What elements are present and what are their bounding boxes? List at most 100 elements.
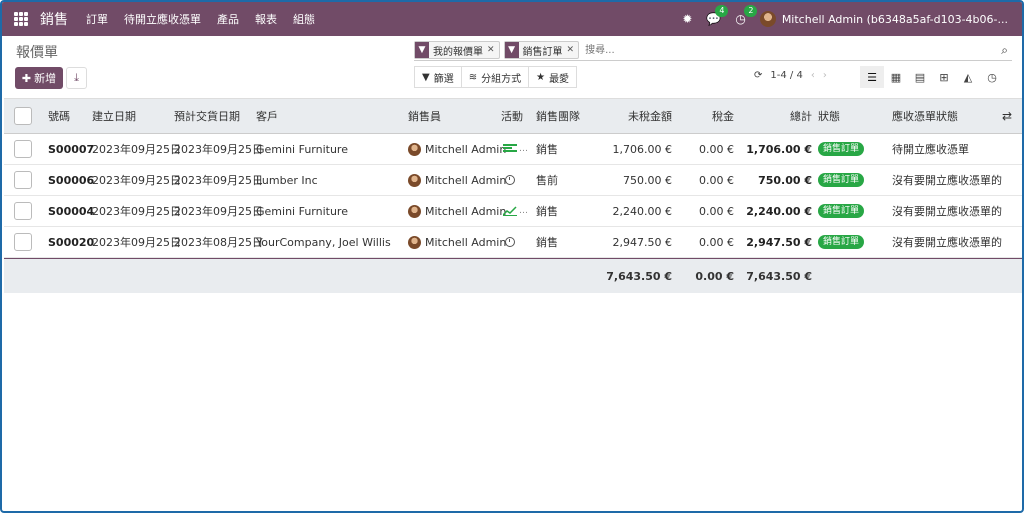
expected-date: 2023年09月25日	[174, 174, 263, 187]
activity-badge: 2	[744, 5, 758, 17]
col-tax[interactable]: 稅金	[684, 99, 734, 133]
col-untaxed[interactable]: 未稅金額	[594, 99, 672, 133]
row-checkbox[interactable]	[14, 140, 32, 158]
total-amount: 2,947.50 €	[746, 235, 812, 249]
chevron-left-icon[interactable]: ‹	[811, 70, 815, 81]
systray: ✹ 💬 4 ◷ 2 Mitchell Admin (b6348a5af-d103-4…	[682, 5, 1008, 27]
col-number[interactable]: 號碼	[48, 99, 70, 133]
search-options: ▼ 篩選 ≋ 分組方式 ★ 最愛	[414, 66, 578, 88]
search-icon[interactable]: ⌕	[1001, 43, 1008, 58]
untaxed-amount: 750.00 €	[623, 173, 672, 187]
col-team[interactable]: 銷售團隊	[536, 99, 580, 133]
avatar	[408, 173, 421, 187]
download-icon: ⤓	[74, 71, 79, 84]
search-input[interactable]	[583, 41, 998, 59]
sales-team: 銷售	[536, 205, 558, 218]
activity-clock-icon[interactable]: ◷ 2	[735, 5, 758, 26]
kanban-view-icon[interactable]: ▦	[884, 66, 908, 88]
plus-icon: ✚	[21, 71, 32, 85]
salesperson[interactable]: Mitchell Admin	[408, 134, 506, 164]
activity-widget[interactable]	[505, 227, 515, 257]
row-checkbox[interactable]	[14, 202, 32, 220]
row-checkbox[interactable]	[14, 171, 32, 189]
table-row[interactable]: S00007 2023年09月25日 2023年09月25日 Gemini Fu…	[4, 134, 1022, 165]
salesperson[interactable]: Mitchell Admin	[408, 165, 506, 195]
select-all-checkbox[interactable]	[14, 107, 32, 125]
salesperson[interactable]: Mitchell Admin	[408, 227, 506, 257]
list-view-icon[interactable]: ☰	[860, 66, 884, 88]
activity-widget[interactable]	[505, 165, 515, 195]
salesperson-name: Mitchell Admin	[425, 142, 507, 156]
activity-widget[interactable]: …	[503, 134, 528, 164]
menu-reporting[interactable]: 報表	[255, 11, 277, 27]
col-salesperson[interactable]: 銷售員	[408, 99, 441, 133]
remove-facet-icon[interactable]: ✕	[567, 45, 579, 55]
chat-icon[interactable]: 💬 4	[706, 5, 729, 26]
more-icon: …	[519, 206, 528, 216]
bug-icon[interactable]: ✹	[682, 12, 692, 26]
chevron-right-icon[interactable]: ›	[823, 70, 827, 81]
status-badge: 銷售訂單	[818, 134, 865, 164]
sales-team: 銷售	[536, 143, 558, 156]
clock-icon	[505, 175, 515, 185]
app-grid-icon[interactable]	[14, 12, 28, 26]
menu-products[interactable]: 產品	[217, 11, 239, 27]
new-button[interactable]: ✚ 新增	[15, 67, 63, 89]
user-menu[interactable]: Mitchell Admin (b6348a5af-d103-4b06-...	[759, 11, 1008, 27]
created-date: 2023年09月25日	[92, 205, 181, 218]
download-button[interactable]: ⤓	[66, 67, 87, 89]
graph-view-icon[interactable]: ◭	[956, 66, 980, 88]
refresh-icon[interactable]: ⟳	[754, 70, 762, 81]
order-number: S00004	[48, 204, 95, 218]
filter-label: 篩選	[433, 73, 454, 85]
calendar-view-icon[interactable]: ▤	[908, 66, 932, 88]
salesperson[interactable]: Mitchell Admin	[408, 196, 506, 226]
total-amount: 750.00 €	[758, 173, 812, 187]
created-date: 2023年09月25日	[92, 143, 181, 156]
filter-button[interactable]: ▼ 篩選	[414, 66, 462, 88]
untaxed-amount: 2,947.50 €	[612, 235, 672, 249]
menu-configuration[interactable]: 組態	[293, 11, 315, 27]
status-badge: 銷售訂單	[818, 227, 865, 257]
created-date: 2023年09月25日	[92, 236, 181, 249]
search-facet: ▼ 我的報價單 ✕	[414, 41, 500, 59]
col-expected[interactable]: 預計交貨日期	[174, 99, 240, 133]
pager: ⟳ 1-4 / 4 ‹ ›	[754, 70, 827, 81]
trend-chart-icon	[503, 206, 517, 216]
pager-value[interactable]: 1-4 / 4	[770, 70, 802, 81]
table-row[interactable]: S00020 2023年09月25日 2023年08月25日 YourCompa…	[4, 227, 1022, 258]
table-totals: 7,643.50 € 0.00 € 7,643.50 €	[4, 258, 1022, 293]
menu-to-invoice[interactable]: 待開立應收憑單	[124, 11, 201, 27]
col-state[interactable]: 狀態	[818, 99, 840, 133]
activity-view-icon[interactable]: ◷	[980, 66, 1004, 88]
app-name[interactable]: 銷售	[40, 9, 68, 29]
menu-orders[interactable]: 訂單	[86, 11, 108, 27]
total-amount: 2,240.00 €	[746, 204, 812, 218]
col-activity[interactable]: 活動	[501, 99, 523, 133]
table-row[interactable]: S00004 2023年09月25日 2023年09月25日 Gemini Fu…	[4, 196, 1022, 227]
order-number: S00006	[48, 173, 95, 187]
filter-icon: ▼	[504, 42, 519, 58]
activity-widget[interactable]: …	[503, 196, 528, 226]
total-tax: 0.00 €	[695, 269, 734, 283]
total-sum: 7,643.50 €	[746, 269, 812, 283]
col-total[interactable]: 總計	[744, 99, 812, 133]
customer: Gemini Furniture	[256, 204, 348, 218]
expected-date: 2023年09月25日	[174, 205, 263, 218]
optional-columns-icon[interactable]: ⇄	[1002, 99, 1012, 133]
view-switcher: ☰ ▦ ▤ ⊞ ◭ ◷	[860, 66, 1004, 88]
table-row[interactable]: S00006 2023年09月25日 2023年09月25日 Lumber In…	[4, 165, 1022, 196]
col-invoice-status[interactable]: 應收憑單狀態	[892, 99, 958, 133]
favorites-button[interactable]: ★ 最愛	[528, 66, 578, 88]
pivot-view-icon[interactable]: ⊞	[932, 66, 956, 88]
page-title: 報價單	[16, 45, 58, 61]
group-by-button[interactable]: ≋ 分組方式	[460, 66, 530, 88]
col-created[interactable]: 建立日期	[92, 99, 136, 133]
untaxed-amount: 1,706.00 €	[612, 142, 672, 156]
col-customer[interactable]: 客戶	[256, 99, 278, 133]
facet-label: 銷售訂單	[522, 46, 563, 58]
row-checkbox[interactable]	[14, 233, 32, 251]
top-navbar: 銷售 訂單 待開立應收憑單 產品 報表 組態 ✹ 💬 4 ◷ 2 Mitchell …	[2, 2, 1022, 36]
remove-facet-icon[interactable]: ✕	[487, 45, 499, 55]
sales-team: 銷售	[536, 236, 558, 249]
